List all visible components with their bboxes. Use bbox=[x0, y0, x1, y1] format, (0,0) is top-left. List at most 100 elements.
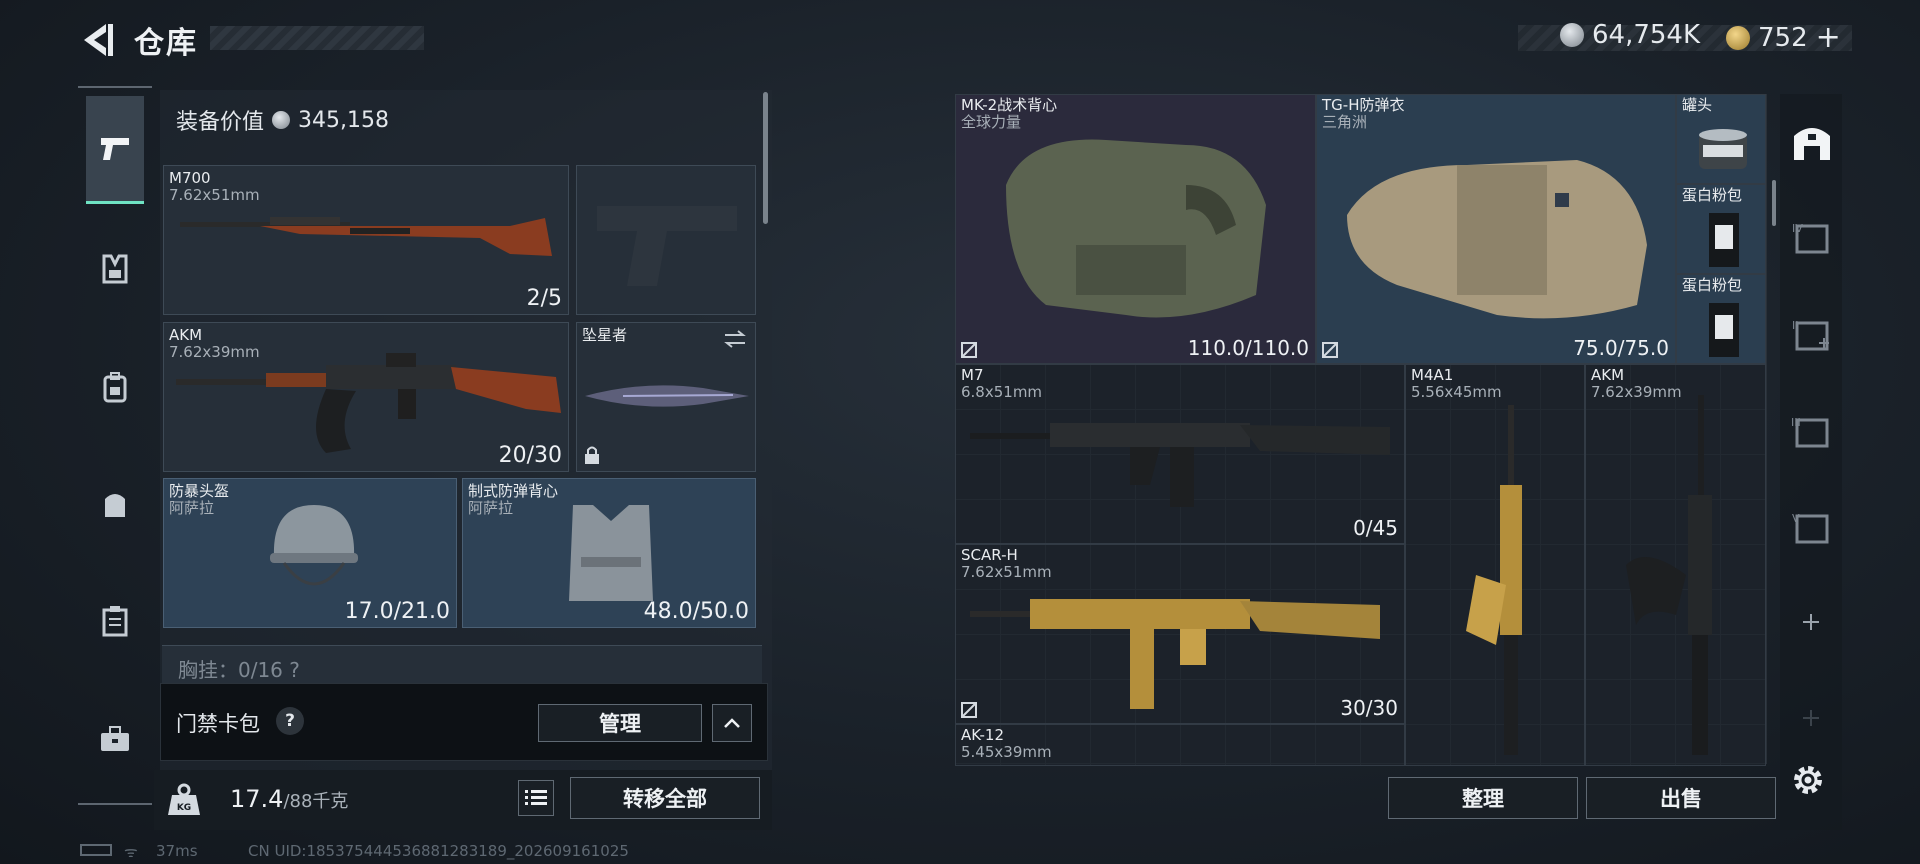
no-insure-icon bbox=[961, 702, 977, 718]
stash-item-scar-h[interactable]: SCAR-H 7.62x51mm 30/30 bbox=[955, 544, 1405, 724]
nav-safe-box[interactable] bbox=[86, 592, 144, 650]
toolbox-icon bbox=[101, 726, 129, 751]
tier-storage-icon: IV bbox=[1792, 222, 1829, 254]
helmet-slot[interactable]: 防暴头盔 阿萨拉 17.0/21.0 bbox=[163, 478, 457, 628]
list-view-button[interactable] bbox=[518, 780, 554, 816]
stash-item-can[interactable]: 罐头 bbox=[1676, 94, 1766, 184]
stash-nav-add-disabled bbox=[1783, 690, 1839, 746]
clipboard-icon bbox=[102, 606, 128, 637]
item-brand: 三角洲 bbox=[1322, 113, 1368, 131]
collapse-button[interactable] bbox=[712, 704, 752, 742]
item-name: 蛋白粉包 bbox=[1682, 276, 1743, 294]
ammo-count: 20/30 bbox=[498, 443, 562, 468]
access-card-label: 门禁卡包 bbox=[176, 712, 260, 736]
nav-weapons[interactable] bbox=[86, 96, 144, 204]
gold-coin-icon bbox=[1726, 25, 1750, 50]
plus-icon bbox=[1803, 710, 1819, 726]
protein-pack-image bbox=[1709, 213, 1739, 267]
gold-currency[interactable]: 752 + bbox=[1726, 20, 1841, 55]
back-arrow-icon[interactable] bbox=[78, 20, 114, 60]
chest-rig-row[interactable]: 胸挂：0/16 ? bbox=[162, 645, 762, 683]
item-caliber: 6.8x51mm bbox=[961, 383, 1043, 401]
stash-scrollbar[interactable] bbox=[1772, 180, 1776, 226]
equip-value-label: 装备价值 bbox=[176, 110, 265, 135]
stash-item-vest-mk2[interactable]: MK-2战术背心 全球力量 110.0/110.0 bbox=[955, 94, 1316, 364]
stash-nav-tier-5[interactable]: V bbox=[1783, 500, 1839, 556]
wifi-icon: ᯤ bbox=[124, 843, 138, 861]
stash-item-m4a1[interactable]: M4A1 5.56x45mm bbox=[1405, 364, 1585, 766]
m4a1-rifle-image bbox=[1466, 405, 1522, 755]
stash-item-m7[interactable]: M7 6.8x51mm 0/45 bbox=[955, 364, 1405, 544]
silver-coin-icon bbox=[1560, 23, 1584, 47]
nav-backpack[interactable] bbox=[86, 358, 144, 416]
equipment-value: 装备价值 345,158 bbox=[176, 104, 389, 136]
durability: 110.0/110.0 bbox=[1187, 336, 1309, 360]
helmet-name: 防暴头盔 bbox=[169, 482, 230, 500]
body-armor-slot[interactable]: 制式防弹背心 阿萨拉 48.0/50.0 bbox=[462, 478, 756, 628]
weight-current: 17.4 bbox=[230, 785, 284, 813]
item-caliber: 5.56x45mm bbox=[1411, 383, 1502, 401]
battery-icon bbox=[80, 842, 112, 860]
stash-nav-add[interactable] bbox=[1783, 594, 1839, 650]
backpack-icon bbox=[103, 372, 127, 403]
armor-brand: 阿萨拉 bbox=[468, 499, 514, 517]
pack-icon bbox=[105, 494, 125, 517]
tier-label: II bbox=[1792, 319, 1799, 332]
item-name: 罐头 bbox=[1682, 96, 1713, 114]
pistol-silhouette-icon bbox=[597, 206, 737, 286]
no-insure-icon bbox=[1322, 342, 1338, 358]
silver-amount: 64,754K bbox=[1592, 20, 1701, 50]
nav-toolbox[interactable] bbox=[86, 710, 144, 768]
pistol-slot-empty[interactable] bbox=[576, 165, 756, 315]
stash-item-ak12[interactable]: AK-12 5.45x39mm bbox=[955, 724, 1405, 766]
tier-storage-icon: V bbox=[1792, 512, 1829, 544]
ping-text: 37ms bbox=[156, 842, 198, 860]
stash-nav-tier-2[interactable]: II bbox=[1783, 307, 1839, 363]
chevron-up-icon bbox=[724, 718, 740, 728]
loadout-scrollbar[interactable] bbox=[763, 92, 768, 224]
ammo-count: 30/30 bbox=[1340, 696, 1398, 720]
equip-value-amount: 345,158 bbox=[298, 107, 389, 133]
item-name: SCAR-H bbox=[961, 546, 1018, 564]
gear-icon[interactable] bbox=[1788, 760, 1828, 800]
helmet-brand: 阿萨拉 bbox=[169, 499, 215, 517]
pistol-icon bbox=[101, 137, 129, 160]
stash-nav-tier-4[interactable]: IV bbox=[1783, 210, 1839, 266]
item-name: MK-2战术背心 bbox=[961, 96, 1058, 114]
no-insure-icon bbox=[961, 342, 977, 358]
sort-button[interactable]: 整理 bbox=[1388, 777, 1578, 819]
weapon-name: M700 bbox=[169, 169, 211, 187]
m7-rifle-image bbox=[970, 423, 1390, 507]
melee-slot[interactable]: 坠星者 bbox=[576, 322, 756, 472]
list-icon bbox=[525, 790, 547, 805]
gold-amount: 752 bbox=[1758, 22, 1808, 53]
stash-item-protein-2[interactable]: 蛋白粉包 bbox=[1676, 274, 1766, 364]
transfer-all-button[interactable]: 转移全部 bbox=[570, 777, 760, 819]
armor-name: 制式防弹背心 bbox=[468, 482, 559, 500]
sell-button[interactable]: 出售 bbox=[1586, 777, 1776, 819]
stash-item-akm[interactable]: AKM 7.62x39mm bbox=[1585, 364, 1766, 766]
help-icon[interactable]: ? bbox=[276, 707, 304, 735]
nav-pouch[interactable] bbox=[86, 475, 144, 533]
ammo-count: 0/45 bbox=[1353, 516, 1398, 540]
nav-divider-bottom bbox=[78, 803, 152, 805]
title-stripe bbox=[210, 26, 424, 50]
kg-badge: KG bbox=[177, 803, 191, 813]
scar-rifle-image bbox=[970, 599, 1380, 709]
stash-nav-all[interactable] bbox=[1780, 110, 1844, 174]
manage-button[interactable]: 管理 bbox=[538, 704, 702, 742]
tier-label: V bbox=[1792, 512, 1800, 525]
swap-icon[interactable] bbox=[723, 329, 747, 349]
stash-item-protein-1[interactable]: 蛋白粉包 bbox=[1676, 184, 1766, 274]
add-currency-button[interactable]: + bbox=[1816, 20, 1841, 55]
stash-nav-tier-3[interactable]: III bbox=[1783, 404, 1839, 460]
stash-item-armor-tgh[interactable]: TG-H防弹衣 三角洲 75.0/75.0 bbox=[1316, 94, 1676, 364]
nav-chest-rig[interactable] bbox=[86, 240, 144, 298]
silver-currency[interactable]: 64,754K bbox=[1560, 20, 1700, 50]
tier-label: IV bbox=[1792, 222, 1803, 235]
item-name: M7 bbox=[961, 366, 984, 384]
primary-weapon-slot-1[interactable]: M700 7.62x51mm 2/5 bbox=[163, 165, 569, 315]
primary-weapon-slot-2[interactable]: AKM 7.62x39mm 20/30 bbox=[163, 322, 569, 472]
item-name: TG-H防弹衣 bbox=[1322, 96, 1405, 114]
canned-food-image bbox=[1699, 129, 1747, 169]
